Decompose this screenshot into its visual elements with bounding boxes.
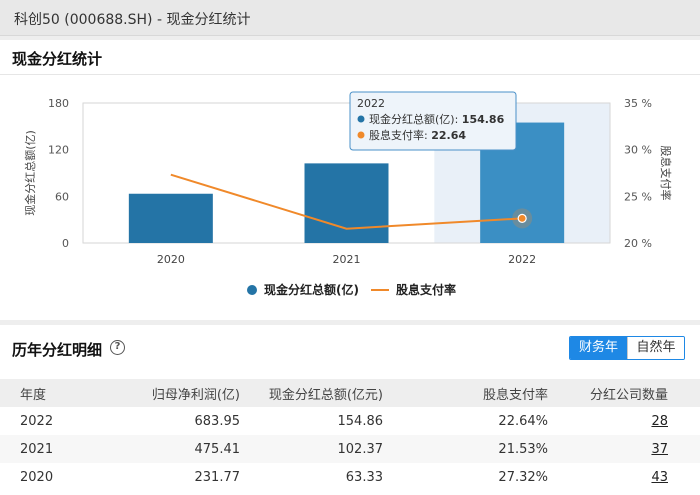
toggle-fiscal-year[interactable]: 财务年 [570,337,627,359]
cell-net-profit: 231.77 [194,469,241,485]
y-right-tick-label: 30 % [624,144,652,157]
legend-bar-label: 现金分红总额(亿) [264,282,359,297]
cell-year: 2021 [20,441,54,457]
table-header-row: 年度 归母净利润(亿) 现金分红总额(亿元) 股息支付率 分红公司数量 [0,379,700,407]
column-header-payout-ratio[interactable]: 股息支付率 [383,379,548,407]
x-tick-label: 2021 [333,253,361,266]
cell-payout-ratio: 21.53% [498,441,548,457]
tooltip-title: 2022 [357,97,385,110]
column-header-company-count[interactable]: 分红公司数量 [548,379,700,407]
cell-net-profit: 683.95 [194,413,241,429]
column-header-net-profit[interactable]: 归母净利润(亿) [100,379,240,407]
bar [304,163,389,243]
table-row: 2020 231.77 63.33 27.32% 43 [0,463,700,491]
y-right-tick-label: 20 % [624,237,652,250]
dividend-table: 年度 归母净利润(亿) 现金分红总额(亿元) 股息支付率 分红公司数量 2022… [0,379,700,491]
cell-payout-ratio: 27.32% [498,469,548,485]
question-circle-icon[interactable]: ? [110,340,125,355]
cell-dividend-total: 63.33 [345,469,383,485]
tooltip-row: 股息支付率: 22.64 [369,128,466,142]
cell-year: 2020 [20,469,54,485]
x-tick-label: 2022 [508,253,536,266]
table-section-title: 历年分红明细 [12,341,103,359]
column-header-dividend-total[interactable]: 现金分红总额(亿元) [240,379,383,407]
cell-payout-ratio: 22.64% [498,413,548,429]
y-left-tick-label: 0 [62,237,69,250]
cell-dividend-total: 102.37 [337,441,384,457]
legend-bar-marker [247,285,257,295]
cell-year: 2022 [20,413,54,429]
title-bar: 科创50 (000688.SH) - 现金分红统计 [0,0,700,36]
company-count-link[interactable]: 28 [651,414,668,429]
y-left-tick-label: 60 [55,190,69,203]
y-left-axis-title: 现金分红总额(亿) [23,130,37,216]
line-point [517,213,527,223]
page-title: 科创50 (000688.SH) - 现金分红统计 [14,12,251,28]
y-left-tick-label: 120 [48,144,69,157]
y-right-axis-title: 股息支付率 [659,146,673,201]
cell-dividend-total: 154.86 [337,413,384,429]
cell-net-profit: 475.41 [194,441,241,457]
bar [128,193,213,243]
dividend-history-card: 历年分红明细 ? 财务年 自然年 年度 归母净利润(亿) 现金分红总额(亿元) … [0,325,700,495]
legend-line-label: 股息支付率 [396,282,456,297]
tooltip-marker [357,115,365,123]
x-tick-label: 2020 [157,253,185,266]
dividend-combo-chart[interactable]: 0 60 120 180 20 % 25 % 30 % 35 % 现金分红总额(亿) 股息支付率 2… [0,40,700,320]
table-row: 2021 475.41 102.37 21.53% 37 [0,435,700,463]
company-count-link[interactable]: 43 [651,470,668,485]
tooltip-row: 现金分红总额(亿): 154.86 [369,112,505,126]
tooltip-marker [357,131,365,139]
company-count-link[interactable]: 37 [651,442,668,457]
y-right-tick-label: 35 % [624,97,652,110]
y-right-tick-label: 25 % [624,190,652,203]
year-type-toggle[interactable]: 财务年 自然年 [569,336,685,360]
toggle-calendar-year[interactable]: 自然年 [627,337,684,359]
table-row: 2022 683.95 154.86 22.64% 28 [0,407,700,435]
y-left-tick-label: 180 [48,97,69,110]
column-header-year[interactable]: 年度 [0,379,100,407]
